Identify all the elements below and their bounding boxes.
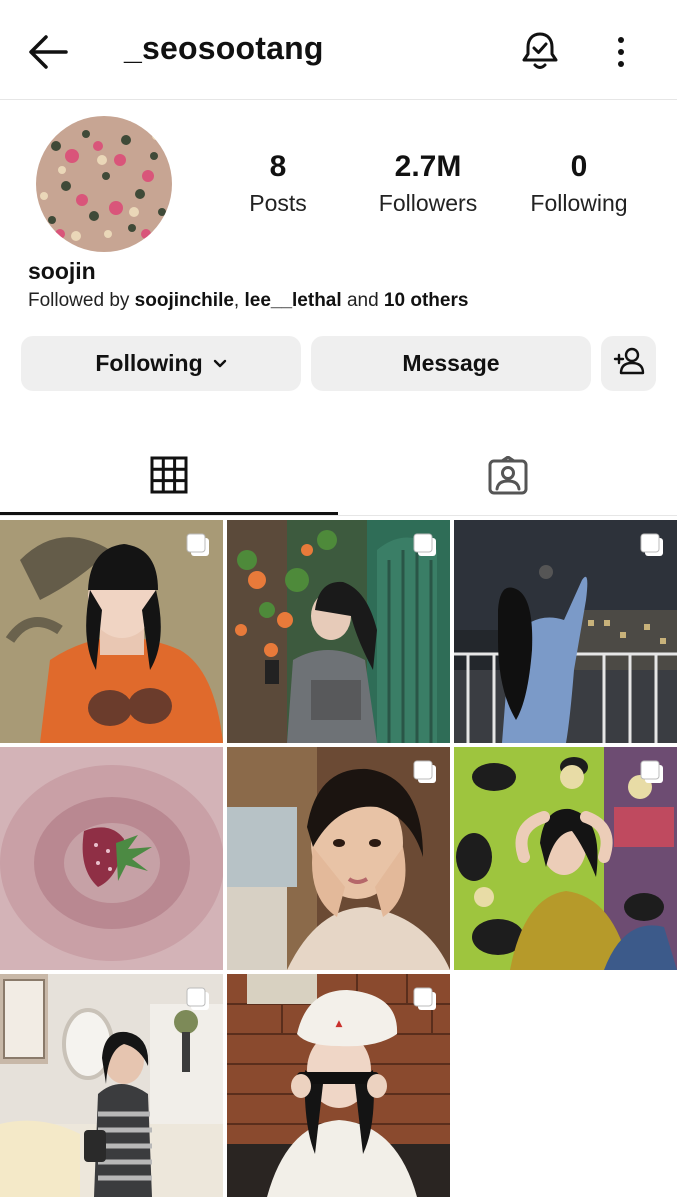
- post-thumbnail[interactable]: [227, 747, 450, 970]
- following-count-label: Following: [530, 190, 628, 216]
- post-thumbnail[interactable]: [454, 520, 677, 743]
- following-count[interactable]: 0 Following: [504, 148, 654, 220]
- tab-divider: [0, 515, 677, 516]
- svg-text:▲: ▲: [336, 1019, 343, 1029]
- post-thumbnail[interactable]: ▲: [227, 974, 450, 1197]
- back-arrow-icon[interactable]: [26, 32, 70, 72]
- multi-post-icon: [413, 760, 436, 783]
- message-button-label: Message: [402, 350, 500, 376]
- top-bar: _seosootang: [0, 0, 677, 100]
- multi-post-icon: [413, 533, 436, 556]
- post-thumbnail[interactable]: [227, 520, 450, 743]
- multi-post-icon: [413, 987, 436, 1010]
- followed-by-and: and: [346, 290, 379, 311]
- suggested-users-button[interactable]: [601, 336, 656, 391]
- tagged-icon: [488, 455, 528, 501]
- post-thumbnail[interactable]: [0, 747, 223, 970]
- more-options-icon[interactable]: [606, 34, 636, 70]
- tab-posts-grid[interactable]: [0, 440, 338, 516]
- multi-post-icon: [186, 987, 209, 1010]
- notification-bell-icon[interactable]: [518, 28, 562, 74]
- post-thumbnail[interactable]: [0, 520, 223, 743]
- mutual-followers-others[interactable]: 10 others: [384, 290, 468, 311]
- multi-post-icon: [186, 533, 209, 556]
- multi-post-icon: [640, 760, 663, 783]
- mutual-followers-text[interactable]: Followed by soojinchile, lee__lethal and…: [28, 290, 468, 312]
- profile-avatar[interactable]: [36, 116, 172, 252]
- mutual-follower-2[interactable]: lee__lethal: [244, 290, 341, 311]
- profile-username: _seosootang: [124, 30, 324, 66]
- posts-count-label: Posts: [249, 190, 307, 216]
- following-button-label: Following: [95, 350, 203, 376]
- mutual-follower-1[interactable]: soojinchile: [135, 290, 234, 311]
- posts-count[interactable]: 8 Posts: [203, 148, 353, 220]
- followed-by-separator: ,: [233, 290, 240, 311]
- multi-post-icon: [640, 533, 663, 556]
- following-count-value: 0: [570, 150, 588, 183]
- add-user-icon: [613, 346, 645, 382]
- profile-display-name: soojin: [28, 258, 96, 284]
- following-button[interactable]: Following: [21, 336, 301, 391]
- tab-tagged[interactable]: [338, 440, 677, 516]
- followers-count-value: 2.7M: [394, 150, 462, 183]
- followers-count-label: Followers: [378, 190, 478, 216]
- followers-count[interactable]: 2.7M Followers: [353, 148, 503, 220]
- post-thumbnail[interactable]: [0, 974, 223, 1197]
- post-thumbnail[interactable]: [454, 747, 677, 970]
- chevron-down-icon: [213, 359, 227, 369]
- message-button[interactable]: Message: [311, 336, 591, 391]
- posts-count-value: 8: [269, 150, 287, 183]
- grid-icon: [150, 456, 188, 499]
- followed-by-prefix: Followed by: [28, 290, 130, 311]
